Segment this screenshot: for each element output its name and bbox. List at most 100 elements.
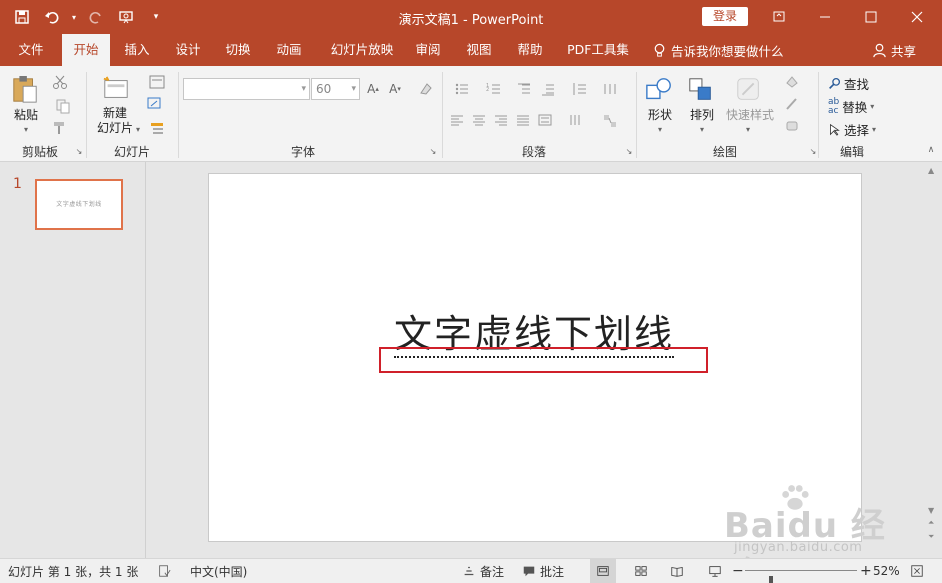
- shapes-dropdown-icon[interactable]: ▾: [655, 124, 665, 134]
- tab-file[interactable]: 文件: [8, 34, 54, 66]
- section-icon[interactable]: [144, 118, 170, 138]
- ribbon-separator: [178, 72, 179, 158]
- shape-fill-icon[interactable]: [778, 72, 806, 92]
- clear-format-icon[interactable]: [416, 78, 436, 100]
- tab-home[interactable]: 开始: [62, 34, 110, 66]
- replace-button[interactable]: ab ac 替换 ▾: [828, 97, 874, 116]
- line-spacing-icon[interactable]: [566, 78, 592, 100]
- new-slide-label-2[interactable]: 幻灯片: [92, 121, 138, 136]
- scroll-up-icon[interactable]: ▲: [928, 166, 934, 175]
- tab-design[interactable]: 设计: [165, 34, 211, 66]
- convert-smartart-icon[interactable]: [598, 110, 622, 132]
- chevron-down-icon: ▾: [870, 102, 875, 111]
- drawing-group-label: 绘图: [712, 145, 737, 159]
- tab-transitions[interactable]: 切换: [215, 34, 261, 66]
- layout-icon[interactable]: [144, 72, 170, 92]
- tab-insert[interactable]: 插入: [114, 34, 160, 66]
- shapes-label[interactable]: 形状: [640, 108, 680, 123]
- new-slide-icon[interactable]: [100, 72, 132, 106]
- slideshow-icon[interactable]: [702, 559, 728, 583]
- minimize-icon[interactable]: [802, 0, 848, 34]
- tab-animations[interactable]: 动画: [266, 34, 312, 66]
- vertical-scrollbar[interactable]: ▲ ▼ ⏶ ⏷: [926, 166, 938, 550]
- slide-thumbnail[interactable]: 文字虚线下划线: [35, 179, 123, 230]
- tab-view[interactable]: 视图: [457, 34, 501, 66]
- drawing-launcher-icon[interactable]: ↘: [808, 146, 818, 156]
- slide-sorter-icon[interactable]: [628, 559, 654, 583]
- bullets-icon[interactable]: [448, 78, 476, 100]
- previous-slide-icon[interactable]: ⏶: [928, 518, 934, 528]
- zoom-slider[interactable]: [745, 570, 857, 583]
- align-left-icon[interactable]: [448, 110, 466, 130]
- distributed-icon[interactable]: [536, 110, 554, 130]
- shape-effects-icon[interactable]: [778, 116, 806, 136]
- language-indicator[interactable]: 中文(中国): [190, 559, 247, 583]
- quick-styles-dropdown-icon[interactable]: ▾: [743, 124, 753, 134]
- tab-slideshow[interactable]: 幻灯片放映: [322, 34, 402, 66]
- tell-me-box[interactable]: 告诉我你想要做什么: [652, 34, 784, 66]
- arrange-dropdown-icon[interactable]: ▾: [697, 124, 707, 134]
- arrange-icon[interactable]: [684, 74, 718, 106]
- text-direction-icon[interactable]: [566, 110, 584, 130]
- quick-styles-label[interactable]: 快速样式: [722, 108, 778, 123]
- align-right-icon[interactable]: [492, 110, 510, 130]
- paste-icon[interactable]: [8, 72, 42, 108]
- baidu-watermark: Baidu 经验 jingyan.baidu.com: [724, 480, 894, 583]
- font-size-combo[interactable]: 60 ▾: [311, 78, 360, 100]
- fit-to-window-icon[interactable]: [910, 559, 924, 583]
- close-icon[interactable]: [894, 0, 940, 34]
- quick-styles-icon[interactable]: [732, 74, 766, 106]
- login-button[interactable]: 登录: [702, 7, 748, 26]
- select-button[interactable]: 选择 ▾: [828, 120, 876, 139]
- find-button[interactable]: 查找: [828, 74, 869, 93]
- tab-help[interactable]: 帮助: [508, 34, 552, 66]
- new-slide-dropdown-icon[interactable]: ▾: [134, 124, 142, 134]
- align-center-icon[interactable]: [470, 110, 488, 130]
- collapse-ribbon-icon[interactable]: ∧: [924, 144, 938, 156]
- columns-icon[interactable]: [598, 78, 622, 100]
- decrease-indent-icon[interactable]: [514, 78, 534, 100]
- zoom-in-button[interactable]: +: [860, 559, 872, 583]
- numbering-icon[interactable]: 12: [480, 78, 508, 100]
- paste-dropdown-icon[interactable]: ▾: [20, 124, 32, 134]
- editing-group-label: 编辑: [839, 145, 864, 159]
- increase-indent-icon[interactable]: [538, 78, 558, 100]
- tab-review[interactable]: 审阅: [406, 34, 450, 66]
- clipboard-launcher-icon[interactable]: ↘: [74, 146, 84, 156]
- thumbnail-preview-text: 文字虚线下划线: [56, 201, 102, 208]
- reading-view-icon[interactable]: [664, 559, 690, 583]
- shape-outline-icon[interactable]: [778, 94, 806, 114]
- reset-icon[interactable]: [144, 94, 164, 114]
- zoom-level[interactable]: 52%: [873, 559, 900, 583]
- zoom-slider-thumb[interactable]: [769, 576, 774, 583]
- new-slide-label-1[interactable]: 新建: [92, 106, 138, 121]
- ribbon-display-options-icon[interactable]: [756, 0, 802, 34]
- replace-label: 替换: [842, 100, 868, 115]
- grow-font-icon[interactable]: A ▴: [364, 78, 382, 100]
- copy-icon[interactable]: [50, 96, 76, 116]
- cut-icon[interactable]: [50, 72, 70, 92]
- comments-button[interactable]: 批注: [522, 559, 564, 583]
- spell-check-icon[interactable]: [157, 559, 171, 583]
- normal-view-icon[interactable]: [590, 559, 616, 583]
- slide-info[interactable]: 幻灯片 第 1 张，共 1 张: [8, 559, 138, 583]
- shrink-font-icon[interactable]: A ▾: [386, 78, 404, 100]
- share-button[interactable]: 共享: [872, 34, 916, 66]
- notes-button[interactable]: 备注: [462, 559, 504, 583]
- lightbulb-icon: [654, 43, 665, 57]
- next-slide-icon[interactable]: ⏷: [928, 532, 934, 542]
- font-launcher-icon[interactable]: ↘: [428, 146, 438, 156]
- paste-label[interactable]: 粘贴: [8, 108, 44, 123]
- paragraph-launcher-icon[interactable]: ↘: [624, 146, 634, 156]
- shapes-icon[interactable]: [642, 74, 676, 106]
- scroll-down-icon[interactable]: ▼: [928, 506, 934, 515]
- arrange-label[interactable]: 排列: [682, 108, 722, 123]
- justify-icon[interactable]: [514, 110, 532, 130]
- zoom-out-button[interactable]: −: [732, 559, 744, 583]
- font-name-combo[interactable]: ▾: [183, 78, 310, 100]
- ribbon-separator: [86, 72, 87, 158]
- search-icon: [829, 77, 841, 89]
- format-painter-icon[interactable]: [50, 118, 70, 138]
- maximize-icon[interactable]: [848, 0, 894, 34]
- tab-pdf-tools[interactable]: PDF工具集: [560, 34, 636, 66]
